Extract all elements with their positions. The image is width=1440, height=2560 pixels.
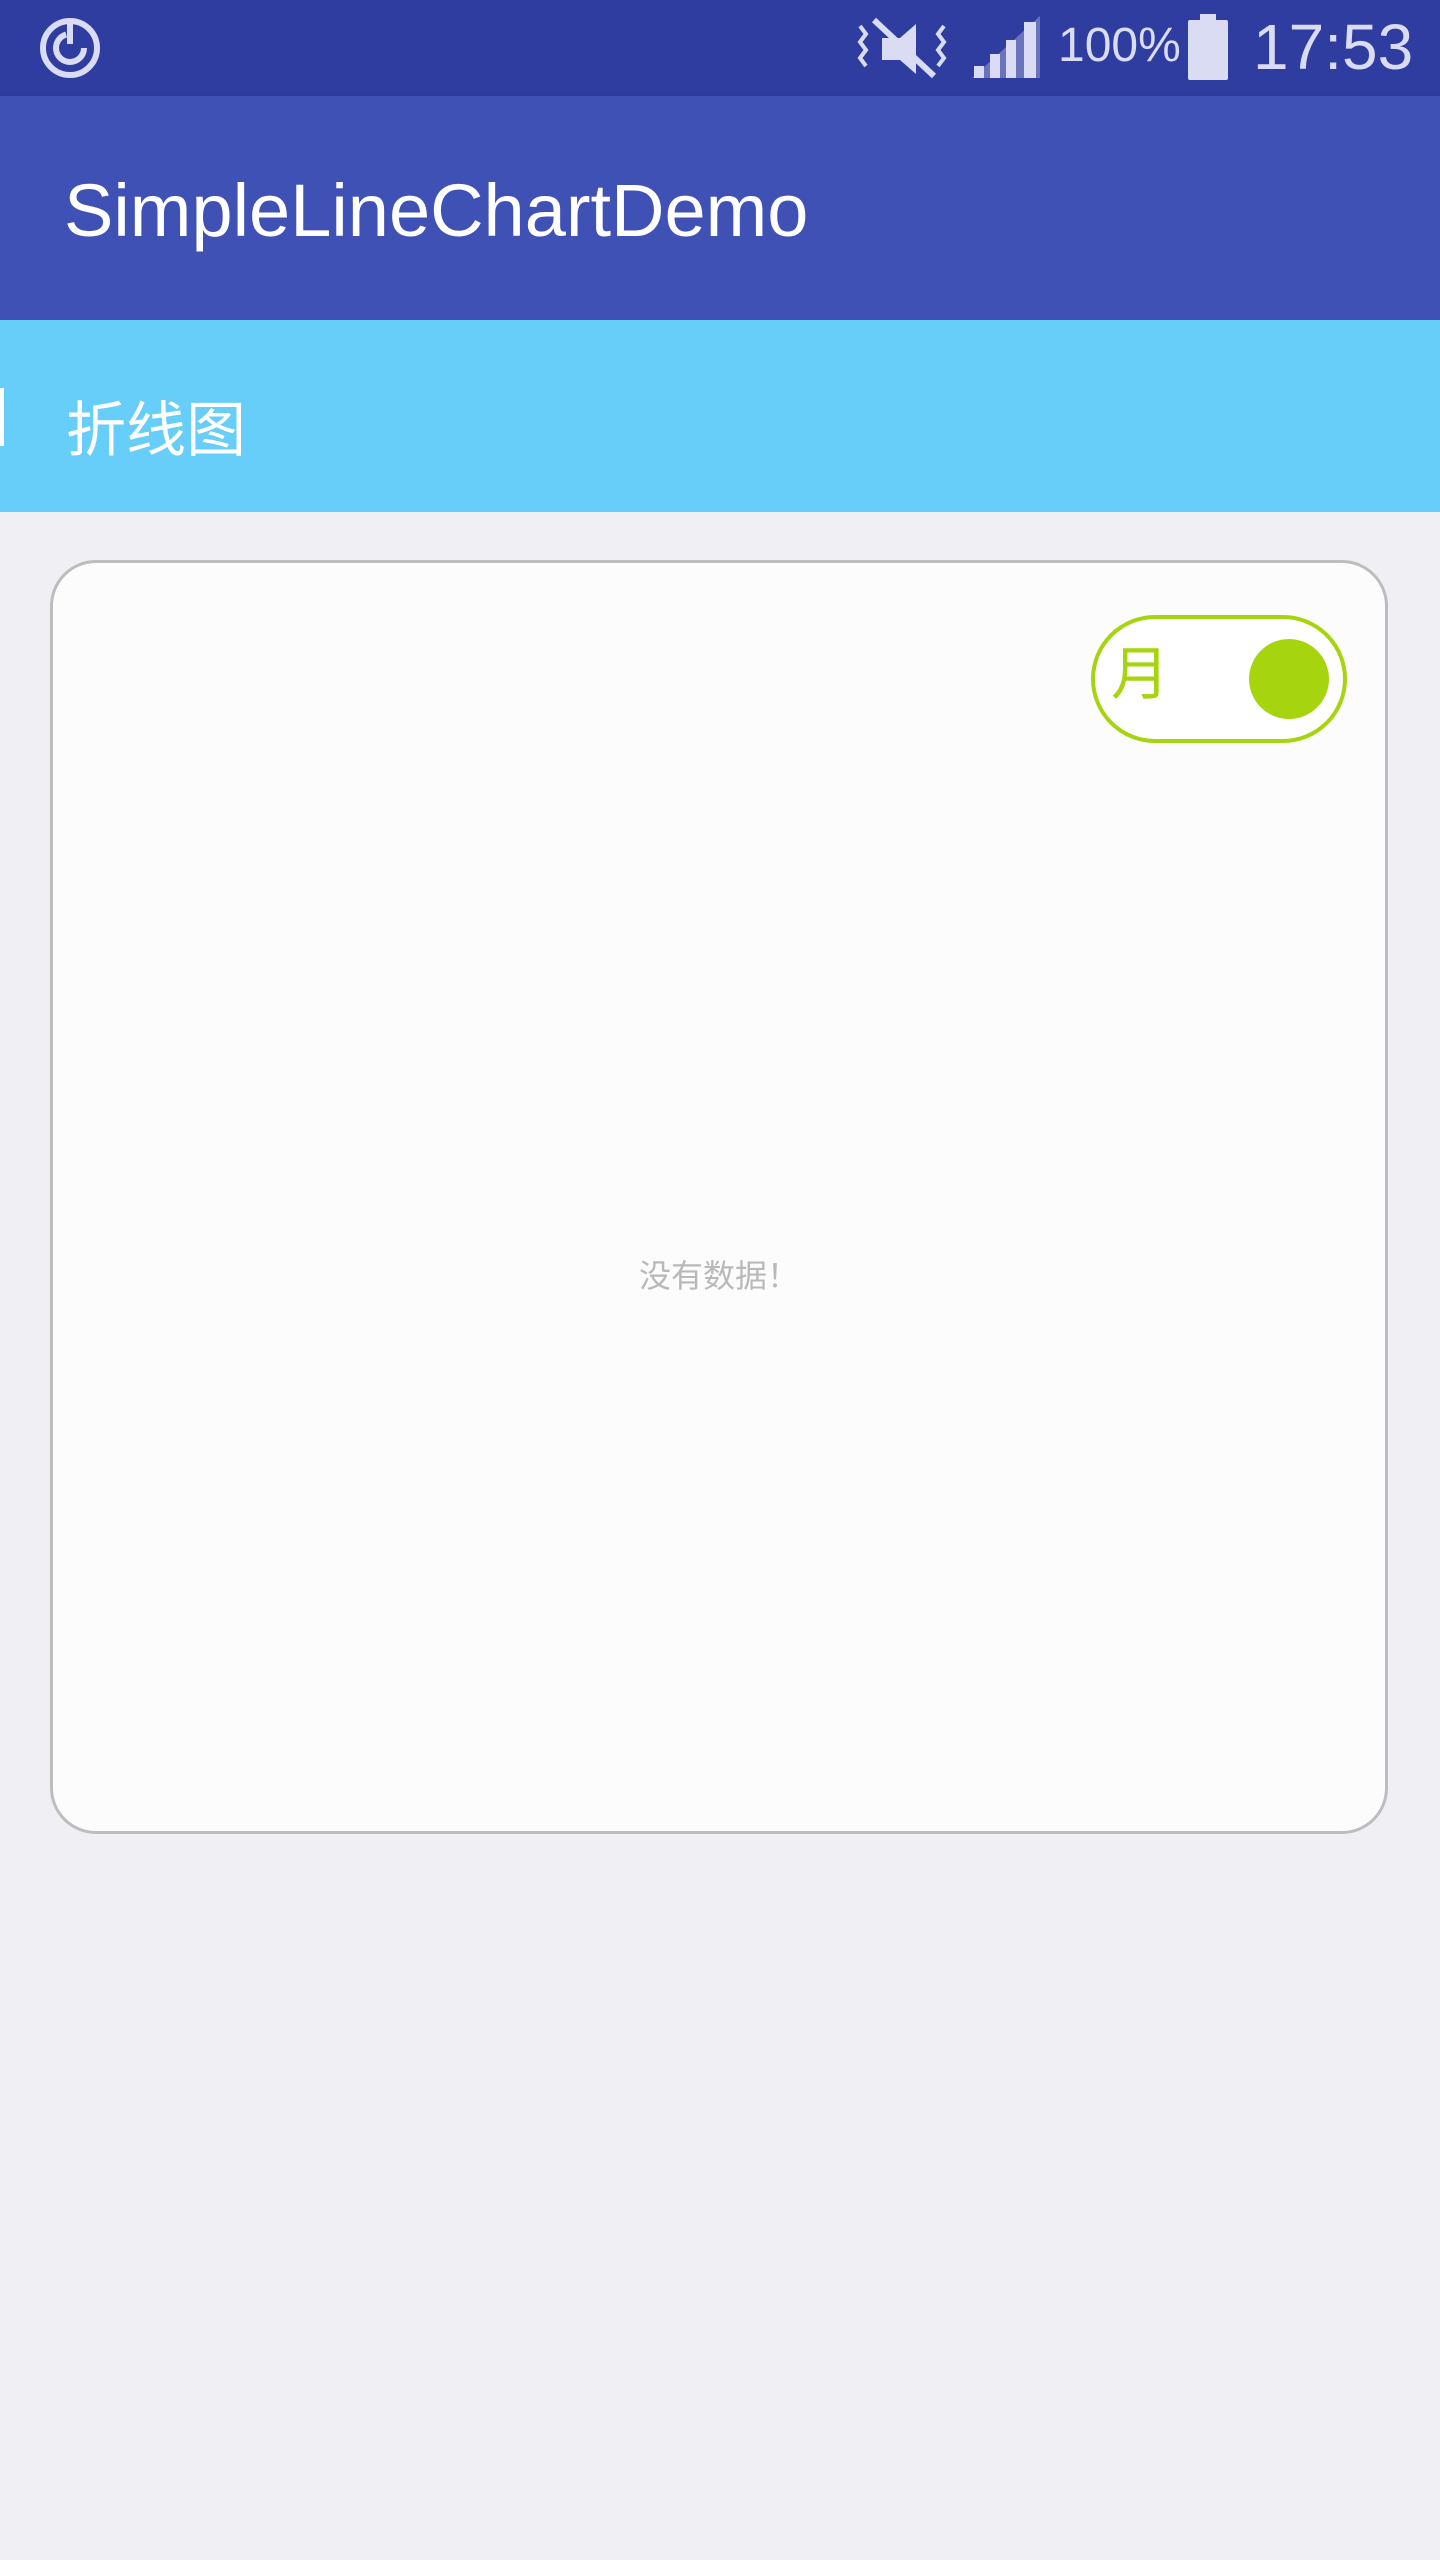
month-toggle-switch[interactable]: 月: [1091, 615, 1347, 743]
toggle-label: 月: [1111, 640, 1170, 708]
section-title: 折线图: [66, 396, 246, 466]
section-header: 折线图: [0, 320, 1440, 512]
chart-card: 月 没有数据！: [50, 560, 1388, 1834]
status-time: 17:53: [1253, 11, 1414, 83]
app-bar: SimpleLineChartDemo: [0, 96, 1440, 320]
vibrate-mute-icon: [857, 17, 947, 79]
signal-icon: [972, 16, 1040, 78]
sync-icon: [40, 18, 100, 78]
battery-percent: 100%: [1058, 19, 1181, 72]
no-data-message: 没有数据！: [638, 1257, 799, 1295]
screen: 100% 17:53 SimpleLineChartDemo 折线图 月 没有数…: [0, 0, 1440, 2560]
status-bar: 100% 17:53: [0, 0, 1440, 96]
battery-icon: [1188, 14, 1228, 80]
app-title: SimpleLineChartDemo: [64, 169, 809, 252]
section-accent-bar: [0, 388, 4, 446]
toggle-knob: [1249, 639, 1329, 719]
